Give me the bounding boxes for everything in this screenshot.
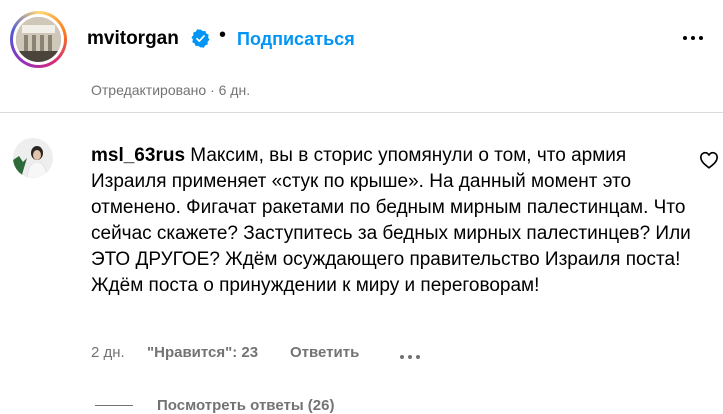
verified-badge-icon bbox=[191, 29, 210, 48]
header-username[interactable]: mvitorgan bbox=[87, 28, 179, 50]
comment-username[interactable]: msl_63rus bbox=[91, 145, 185, 166]
heart-outline-icon[interactable] bbox=[699, 151, 719, 169]
profile-avatar[interactable] bbox=[10, 11, 67, 68]
view-replies-button[interactable]: Посмотреть ответы (26) bbox=[157, 397, 334, 414]
divider bbox=[0, 112, 723, 113]
more-options-icon[interactable] bbox=[683, 27, 711, 47]
commenter-avatar[interactable] bbox=[13, 138, 53, 178]
follow-button[interactable]: Подписаться bbox=[237, 29, 355, 50]
comment-body: msl_63rus Максим, вы в сторис упомянули … bbox=[91, 143, 691, 299]
edited-timestamp: Отредактировано · 6 дн. bbox=[91, 82, 251, 98]
reply-button[interactable]: Ответить bbox=[290, 344, 359, 361]
comment-text: Максим, вы в сторис упомянули о том, что… bbox=[91, 145, 691, 296]
comment-time: 2 дн. bbox=[91, 344, 125, 361]
replies-line bbox=[95, 405, 133, 406]
header-separator: • bbox=[219, 24, 227, 46]
likes-count[interactable]: "Нравится": 23 bbox=[147, 344, 258, 361]
post-header: mvitorgan • Подписаться bbox=[0, 0, 723, 80]
comment-more-icon[interactable] bbox=[400, 346, 426, 359]
